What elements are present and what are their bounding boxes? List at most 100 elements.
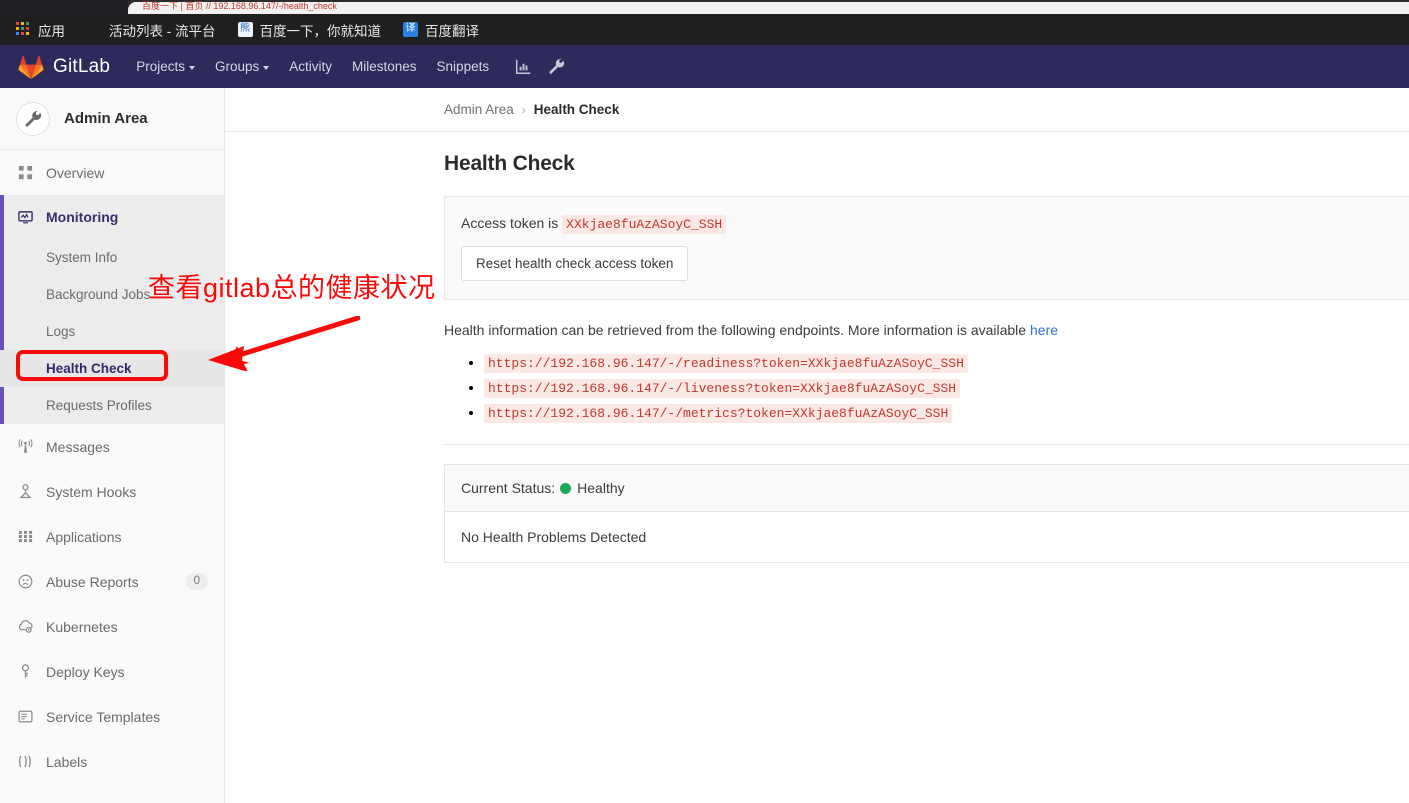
access-token-panel: Access token is XXkjae8fuAzASoyC_SSH Res… bbox=[444, 196, 1409, 300]
sidebar-item-requests-profiles[interactable]: Requests Profiles bbox=[0, 387, 224, 424]
current-status-row: Current Status: Healthy bbox=[445, 465, 1409, 512]
sidebar-item-monitoring[interactable]: Monitoring bbox=[0, 195, 224, 239]
breadcrumb: Admin Area › Health Check bbox=[225, 88, 1409, 132]
access-token-line: Access token is XXkjae8fuAzASoyC_SSH bbox=[461, 215, 1393, 234]
sidebar-item-system-info-label: System Info bbox=[46, 250, 118, 265]
sidebar-item-logs-label: Logs bbox=[46, 324, 76, 339]
breadcrumb-root[interactable]: Admin Area bbox=[444, 102, 514, 117]
main-content: Admin Area › Health Check Health Check A… bbox=[225, 88, 1409, 803]
sidebar-item-overview[interactable]: Overview bbox=[0, 150, 224, 195]
list-item: https://192.168.96.147/-/liveness?token=… bbox=[484, 379, 1409, 398]
abuse-reports-count-badge: 0 bbox=[185, 572, 208, 591]
nav-projects-label: Projects bbox=[136, 59, 185, 74]
bookmark-baidu-translate[interactable]: 译 百度翻译 bbox=[403, 20, 479, 40]
sidebar-item-applications-label: Applications bbox=[46, 528, 122, 545]
health-status-card: Current Status: Healthy No Health Proble… bbox=[444, 464, 1409, 563]
bookmarks-bar: 应用 活动列表 - 流平台 熊 百度一下，你就知道 译 百度翻译 bbox=[0, 14, 1409, 45]
sidebar-item-system-hooks-label: System Hooks bbox=[46, 483, 137, 500]
chart-icon[interactable] bbox=[515, 58, 532, 75]
bookmark-activity-list[interactable]: 活动列表 - 流平台 bbox=[87, 20, 216, 40]
apps-icon bbox=[16, 528, 34, 546]
labels-icon bbox=[16, 753, 34, 771]
nav-projects[interactable]: Projects bbox=[136, 59, 195, 74]
nav-groups-label: Groups bbox=[214, 59, 260, 74]
bookmark-apps[interactable]: 应用 bbox=[16, 20, 65, 40]
nav-snippets-label: Snippets bbox=[436, 59, 490, 74]
tab-title-ghost: 百度一下 | 首页 // 192.168.96.147/-/health_che… bbox=[142, 1, 337, 11]
sidebar-item-requests-profiles-label: Requests Profiles bbox=[46, 398, 152, 413]
bookmark-baidu-translate-label: 百度翻译 bbox=[425, 23, 479, 39]
sidebar-item-messages-label: Messages bbox=[46, 438, 110, 455]
content-inner: Access token is XXkjae8fuAzASoyC_SSH Res… bbox=[225, 196, 1409, 563]
health-info-text-before: Health information can be retrieved from… bbox=[444, 322, 1030, 338]
sidebar-item-system-info[interactable]: System Info bbox=[0, 239, 224, 276]
endpoint-list: https://192.168.96.147/-/readiness?token… bbox=[444, 354, 1409, 423]
sidebar-item-health-check[interactable]: Health Check bbox=[0, 350, 224, 387]
chevron-down-icon bbox=[263, 65, 270, 70]
gitlab-navbar: GitLab Projects Groups Activity Mileston… bbox=[0, 45, 1409, 88]
endpoint-metrics: https://192.168.96.147/-/metrics?token=X… bbox=[484, 404, 953, 423]
browser-chrome: 百度一下 | 首页 // 192.168.96.147/-/health_che… bbox=[0, 0, 1409, 45]
nav-groups[interactable]: Groups bbox=[214, 59, 270, 74]
sidebar-item-background-jobs[interactable]: Background Jobs bbox=[0, 276, 224, 313]
list-item: https://192.168.96.147/-/readiness?token… bbox=[484, 354, 1409, 373]
nav-activity-label: Activity bbox=[289, 59, 333, 74]
browser-active-tab[interactable]: 百度一下 | 首页 // 192.168.96.147/-/health_che… bbox=[128, 1, 1409, 14]
baidu-icon: 熊 bbox=[237, 21, 254, 38]
endpoint-liveness: https://192.168.96.147/-/liveness?token=… bbox=[484, 379, 961, 398]
bookmark-apps-label: 应用 bbox=[38, 23, 65, 39]
health-info-text: Health information can be retrieved from… bbox=[444, 322, 1409, 338]
sidebar-item-kubernetes[interactable]: Kubernetes bbox=[0, 604, 224, 649]
bookmark-activity-list-label: 活动列表 - 流平台 bbox=[109, 23, 216, 39]
sidebar-item-service-templates[interactable]: Service Templates bbox=[0, 694, 224, 739]
sidebar-item-abuse-reports[interactable]: Abuse Reports 0 bbox=[0, 559, 224, 604]
kubernetes-icon bbox=[16, 618, 34, 636]
nav-milestones[interactable]: Milestones bbox=[352, 59, 417, 74]
nav-milestones-label: Milestones bbox=[352, 59, 417, 74]
nav-activity[interactable]: Activity bbox=[289, 59, 332, 74]
sidebar-item-labels-label: Labels bbox=[46, 753, 88, 770]
globe-icon bbox=[87, 22, 103, 38]
reset-health-check-token-button[interactable]: Reset health check access token bbox=[461, 246, 689, 281]
list-item: https://192.168.96.147/-/metrics?token=X… bbox=[484, 404, 1409, 423]
sidebar-item-messages[interactable]: Messages bbox=[0, 424, 224, 469]
template-icon bbox=[16, 708, 34, 726]
sidebar-item-service-templates-label: Service Templates bbox=[46, 708, 161, 725]
bookmark-baidu[interactable]: 熊 百度一下，你就知道 bbox=[237, 20, 382, 40]
sidebar-group-monitoring: Monitoring System Info Background Jobs L… bbox=[0, 195, 224, 424]
section-divider bbox=[444, 444, 1409, 445]
sidebar-item-health-check-label: Health Check bbox=[46, 361, 132, 376]
grid-icon bbox=[16, 164, 34, 182]
monitor-icon bbox=[16, 208, 34, 226]
sidebar-header[interactable]: Admin Area bbox=[0, 88, 224, 150]
broadcast-icon bbox=[16, 438, 34, 456]
access-token-value: XXkjae8fuAzASoyC_SSH bbox=[562, 215, 727, 234]
apps-grid-icon bbox=[16, 21, 32, 38]
sidebar-title: Admin Area bbox=[64, 110, 148, 127]
health-info-here-link[interactable]: here bbox=[1030, 322, 1058, 338]
tabstrip-left-filler bbox=[0, 0, 128, 14]
sidebar-item-applications[interactable]: Applications bbox=[0, 514, 224, 559]
status-badge: Healthy bbox=[577, 480, 625, 496]
sidebar-item-deploy-keys-label: Deploy Keys bbox=[46, 663, 125, 680]
access-token-label: Access token is bbox=[461, 215, 559, 231]
sad-face-icon bbox=[16, 573, 34, 591]
key-icon bbox=[16, 663, 34, 681]
breadcrumb-current: Health Check bbox=[533, 102, 620, 117]
sidebar-item-system-hooks[interactable]: System Hooks bbox=[0, 469, 224, 514]
sidebar-item-deploy-keys[interactable]: Deploy Keys bbox=[0, 649, 224, 694]
wrench-icon[interactable] bbox=[548, 58, 565, 75]
gitlab-logo-icon[interactable] bbox=[18, 55, 44, 79]
sidebar-item-kubernetes-label: Kubernetes bbox=[46, 618, 118, 635]
health-problems-row: No Health Problems Detected bbox=[445, 512, 1409, 562]
sidebar-item-labels[interactable]: Labels bbox=[0, 739, 224, 784]
nav-snippets[interactable]: Snippets bbox=[437, 59, 490, 74]
sidebar-item-logs[interactable]: Logs bbox=[0, 313, 224, 350]
page-title: Health Check bbox=[444, 152, 575, 175]
bookmark-baidu-label: 百度一下，你就知道 bbox=[259, 23, 382, 39]
sidebar-item-monitoring-label: Monitoring bbox=[46, 209, 119, 225]
status-indicator-icon bbox=[560, 482, 572, 494]
breadcrumb-separator-icon: › bbox=[521, 102, 526, 117]
sidebar-item-overview-label: Overview bbox=[46, 164, 105, 181]
current-status-label: Current Status: bbox=[461, 480, 556, 496]
